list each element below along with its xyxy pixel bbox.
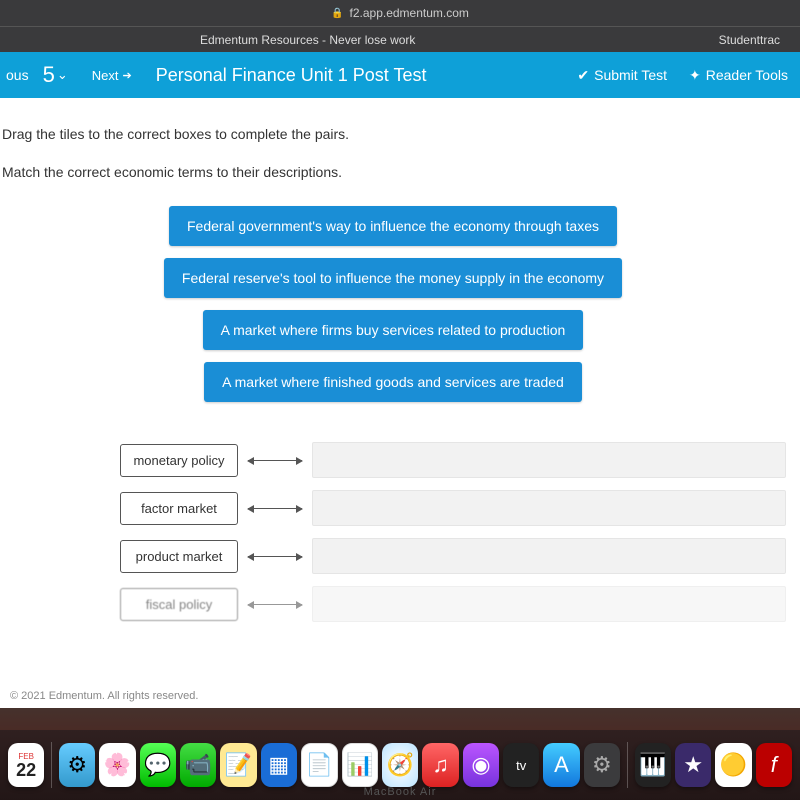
drop-zone[interactable] bbox=[312, 586, 786, 622]
check-circle-icon: ✔ bbox=[577, 67, 589, 84]
photos-app-icon[interactable]: 🌸 bbox=[99, 743, 135, 787]
system-prefs-icon[interactable]: ⚙ bbox=[59, 743, 95, 787]
term-box: product market bbox=[120, 540, 238, 573]
chrome-app-icon[interactable]: 🟡 bbox=[715, 743, 751, 787]
settings-app-icon[interactable]: ⚙ bbox=[584, 743, 620, 787]
url-text: f2.app.edmentum.com bbox=[350, 6, 469, 20]
facetime-app-icon[interactable]: 📹 bbox=[180, 743, 216, 787]
copyright-text: © 2021 Edmentum. All rights reserved. bbox=[10, 690, 198, 702]
keynote-app-icon[interactable]: ▦ bbox=[261, 743, 297, 787]
podcasts-app-icon[interactable]: ◉ bbox=[463, 743, 499, 787]
draggable-tile[interactable]: Federal government's way to influence th… bbox=[169, 206, 617, 246]
imovie-app-icon[interactable]: ★ bbox=[675, 743, 711, 787]
device-label: MacBook Air bbox=[364, 786, 437, 798]
term-box: factor market bbox=[120, 492, 238, 525]
dock-divider bbox=[51, 742, 52, 788]
double-arrow-icon bbox=[248, 556, 302, 557]
browser-address-bar: 🔒 f2.app.edmentum.com bbox=[0, 0, 800, 26]
reader-tools-button[interactable]: ✦ Reader Tools bbox=[689, 67, 788, 84]
draggable-tile[interactable]: A market where finished goods and servic… bbox=[204, 362, 582, 402]
safari-app-icon[interactable]: 🧭 bbox=[382, 743, 418, 787]
numbers-app-icon[interactable]: 📊 bbox=[342, 743, 379, 787]
pair-row: monetary policy bbox=[120, 442, 786, 478]
messages-app-icon[interactable]: 💬 bbox=[140, 743, 176, 787]
test-content-area: Drag the tiles to the correct boxes to c… bbox=[0, 98, 800, 708]
term-box: monetary policy bbox=[120, 444, 238, 477]
test-nav-bar: ous 5 ⌄ Next ➔ Personal Finance Unit 1 P… bbox=[0, 52, 800, 98]
double-arrow-icon bbox=[248, 508, 302, 509]
bookmark-item-resources[interactable]: Edmentum Resources - Never lose work bbox=[200, 33, 415, 47]
next-button[interactable]: Next ➔ bbox=[92, 68, 132, 83]
pair-row: product market bbox=[120, 538, 786, 574]
double-arrow-icon bbox=[248, 460, 302, 461]
calendar-app-icon[interactable]: FEB 22 bbox=[8, 743, 44, 787]
question-number-dropdown[interactable]: 5 ⌄ bbox=[43, 62, 68, 88]
drop-zone[interactable] bbox=[312, 490, 786, 526]
arrow-right-icon: ➔ bbox=[122, 69, 131, 82]
drop-zone[interactable] bbox=[312, 538, 786, 574]
garageband-app-icon[interactable]: 🎹 bbox=[635, 743, 671, 787]
tools-icon: ✦ bbox=[689, 67, 701, 84]
pages-app-icon[interactable]: 📄 bbox=[301, 743, 338, 787]
pair-row: fiscal policy bbox=[120, 586, 786, 622]
notes-app-icon[interactable]: 📝 bbox=[220, 743, 256, 787]
instruction-primary: Drag the tiles to the correct boxes to c… bbox=[0, 126, 786, 142]
music-app-icon[interactable]: ♫ bbox=[422, 743, 458, 787]
lock-icon: 🔒 bbox=[331, 8, 343, 19]
submit-test-button[interactable]: ✔ Submit Test bbox=[577, 67, 667, 84]
term-box: fiscal policy bbox=[120, 588, 238, 621]
drop-zone[interactable] bbox=[312, 442, 786, 478]
flash-app-icon[interactable]: f bbox=[756, 743, 792, 787]
instruction-secondary: Match the correct economic terms to thei… bbox=[0, 164, 786, 180]
prev-button-fragment[interactable]: ous bbox=[6, 67, 29, 83]
draggable-tile[interactable]: Federal reserve's tool to influence the … bbox=[164, 258, 622, 298]
bookmark-item-studenttrac[interactable]: Studenttrac bbox=[719, 33, 780, 47]
draggable-tiles-container: Federal government's way to influence th… bbox=[0, 206, 786, 402]
tv-app-icon[interactable]: tv bbox=[503, 743, 539, 787]
dock-divider bbox=[627, 742, 628, 788]
pair-row: factor market bbox=[120, 490, 786, 526]
draggable-tile[interactable]: A market where firms buy services relate… bbox=[203, 310, 584, 350]
test-title: Personal Finance Unit 1 Post Test bbox=[156, 65, 578, 86]
bookmark-bar: Edmentum Resources - Never lose work Stu… bbox=[0, 26, 800, 52]
desktop-wallpaper-strip bbox=[0, 708, 800, 730]
appstore-app-icon[interactable]: A bbox=[543, 743, 579, 787]
double-arrow-icon bbox=[248, 604, 302, 605]
chevron-down-icon: ⌄ bbox=[57, 67, 68, 83]
matching-pairs-container: monetary policy factor market product ma… bbox=[0, 442, 786, 622]
